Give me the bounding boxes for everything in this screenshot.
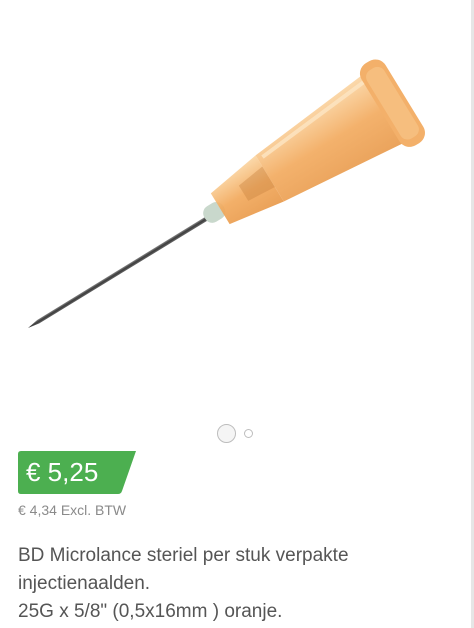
product-image[interactable] bbox=[0, 0, 474, 420]
description-line: 25G x 5/8" (0,5x16mm ) oranje. bbox=[18, 601, 283, 622]
price-badge: € 5,25 bbox=[18, 451, 136, 494]
carousel-dot-1[interactable] bbox=[217, 424, 236, 443]
description-line: injectienaalden. bbox=[18, 573, 151, 594]
description-line: BD Microlance steriel per stuk verpakte bbox=[18, 545, 349, 566]
price-incl-vat: € 5,25 bbox=[26, 457, 99, 487]
product-description: BD Microlance steriel per stuk verpakte … bbox=[18, 542, 458, 626]
image-carousel-dots bbox=[0, 424, 474, 444]
carousel-dot-2[interactable] bbox=[244, 429, 253, 438]
price-excl-vat: € 4,34 Excl. BTW bbox=[18, 502, 127, 518]
injection-needle-icon bbox=[28, 59, 425, 328]
